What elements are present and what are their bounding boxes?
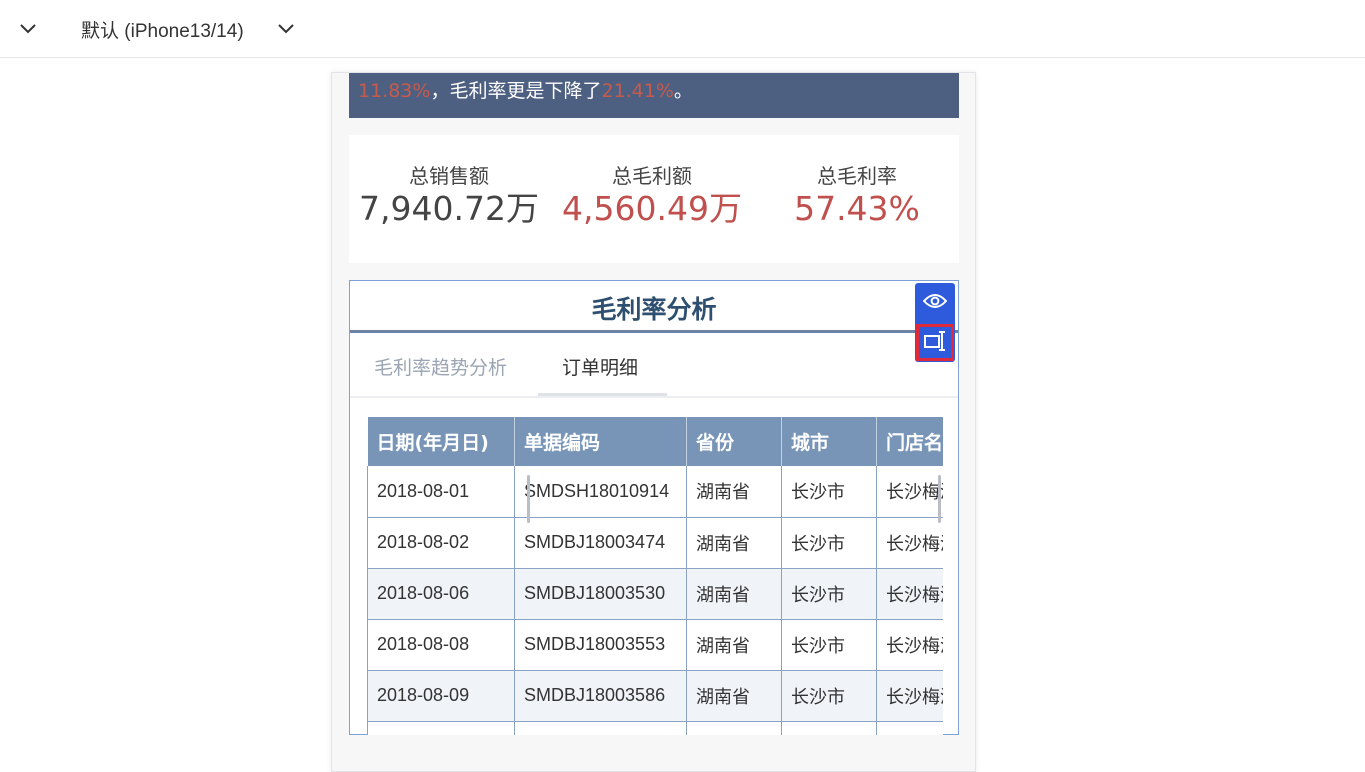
active-tab-indicator	[538, 393, 667, 396]
table-cell: 2018-08-01	[367, 466, 515, 518]
table-row[interactable]: 2018-08-08 SMDBJ18003553 湖南省 长沙市 长沙梅溪湖店	[367, 619, 943, 671]
tab-order-details[interactable]: 订单明细	[562, 355, 638, 381]
table-cell: 2018-08-02	[367, 517, 515, 569]
table-row[interactable]	[367, 721, 943, 735]
kpi-panel: 总销售额 7,940.72万 总毛利额 4,560.49万 总毛利率 57.43…	[349, 135, 959, 263]
column-resize-handle[interactable]	[527, 475, 530, 523]
table-cell: 长沙市	[781, 568, 877, 620]
table-cell: SMDSH18010914	[514, 466, 687, 518]
device-selector-label[interactable]: 默认 (iPhone13/14)	[81, 16, 244, 43]
tab-bar: 毛利率趋势分析 订单明细	[350, 335, 958, 398]
table-cell: 长沙梅溪湖店	[876, 568, 943, 620]
table-cell: 长沙市	[781, 466, 877, 518]
table-row[interactable]: 2018-08-01 SMDSH18010914 湖南省 长沙市 长沙梅溪湖店	[367, 466, 943, 518]
table-cell: 长沙梅溪湖店	[876, 619, 943, 671]
column-header[interactable]: 省份	[686, 417, 782, 466]
table-cell: 湖南省	[686, 619, 782, 671]
resize-button[interactable]	[916, 324, 954, 361]
sales-change-pct: 11.83%	[358, 80, 431, 102]
column-header[interactable]: 单据编码	[514, 417, 687, 466]
table-cell: 长沙市	[781, 517, 877, 569]
banner-end: 。	[673, 80, 693, 102]
widget-title: 毛利率分析	[350, 281, 958, 333]
preview-button[interactable]	[915, 283, 955, 322]
table-cell: 长沙梅溪湖店	[876, 670, 943, 722]
table-cell: 湖南省	[686, 466, 782, 518]
gross-margin-widget[interactable]: 毛利率分析 毛利率趋势分析 订单明细 日期(年月日) 单据编码 省份 城市 门店…	[349, 280, 959, 735]
kpi-value: 7,940.72万	[359, 189, 539, 228]
summary-banner: 11.83%，毛利率更是下降了21.41%。	[349, 73, 959, 118]
eye-icon	[922, 292, 948, 314]
table-cell	[876, 721, 943, 735]
table-row[interactable]: 2018-08-02 SMDBJ18003474 湖南省 长沙市 长沙梅溪湖店	[367, 517, 943, 569]
table-cell	[686, 721, 782, 735]
kpi-gross-margin: 总毛利率 57.43%	[757, 163, 957, 229]
table-cell: SMDBJ18003530	[514, 568, 687, 620]
kpi-label: 总毛利额	[612, 164, 692, 188]
table-cell: 长沙梅溪湖店	[876, 466, 943, 518]
table-row[interactable]: 2018-08-09 SMDBJ18003586 湖南省 长沙市 长沙梅溪湖店	[367, 670, 943, 722]
table-cell: 2018-08-06	[367, 568, 515, 620]
device-dropdown-chevron-icon[interactable]	[275, 17, 297, 39]
top-toolbar: 默认 (iPhone13/14)	[0, 0, 1365, 58]
table-cell	[514, 721, 687, 735]
table-cell: 湖南省	[686, 568, 782, 620]
table-cell: SMDBJ18003474	[514, 517, 687, 569]
kpi-value: 57.43%	[794, 189, 920, 228]
widget-side-toolbar	[915, 283, 955, 362]
table-cell: 湖南省	[686, 670, 782, 722]
table-cell: 2018-08-09	[367, 670, 515, 722]
table-cell	[781, 721, 877, 735]
kpi-value: 4,560.49万	[562, 189, 742, 228]
table-cell: 湖南省	[686, 517, 782, 569]
table-cell: 长沙梅溪湖店	[876, 517, 943, 569]
table-cell: SMDBJ18003553	[514, 619, 687, 671]
banner-text: ，毛利率更是下降了	[430, 80, 602, 102]
vertical-scrollbar[interactable]	[938, 475, 941, 523]
order-details-table[interactable]: 日期(年月日) 单据编码 省份 城市 门店名称 2018-08-01 SMDSH…	[367, 417, 943, 735]
kpi-total-sales: 总销售额 7,940.72万	[349, 163, 549, 229]
mobile-preview-frame: 11.83%，毛利率更是下降了21.41%。 总销售额 7,940.72万 总毛…	[331, 72, 976, 772]
kpi-label: 总销售额	[409, 164, 489, 188]
kpi-label: 总毛利率	[817, 164, 897, 188]
table-cell: 长沙市	[781, 619, 877, 671]
tab-trend-analysis[interactable]: 毛利率趋势分析	[374, 355, 507, 381]
table-cell: 2018-08-08	[367, 619, 515, 671]
table-cell: SMDBJ18003586	[514, 670, 687, 722]
table-cell	[367, 721, 515, 735]
column-header[interactable]: 门店名称	[876, 417, 943, 466]
column-header[interactable]: 城市	[781, 417, 877, 466]
margin-change-pct: 21.41%	[601, 80, 674, 102]
table-header-row: 日期(年月日) 单据编码 省份 城市 门店名称	[367, 417, 943, 466]
kpi-total-gross-profit: 总毛利额 4,560.49万	[552, 163, 752, 229]
table-row[interactable]: 2018-08-06 SMDBJ18003530 湖南省 长沙市 长沙梅溪湖店	[367, 568, 943, 620]
column-header[interactable]: 日期(年月日)	[367, 417, 515, 466]
collapse-chevron-icon[interactable]	[17, 17, 39, 39]
resize-icon	[923, 330, 947, 356]
table-cell: 长沙市	[781, 670, 877, 722]
